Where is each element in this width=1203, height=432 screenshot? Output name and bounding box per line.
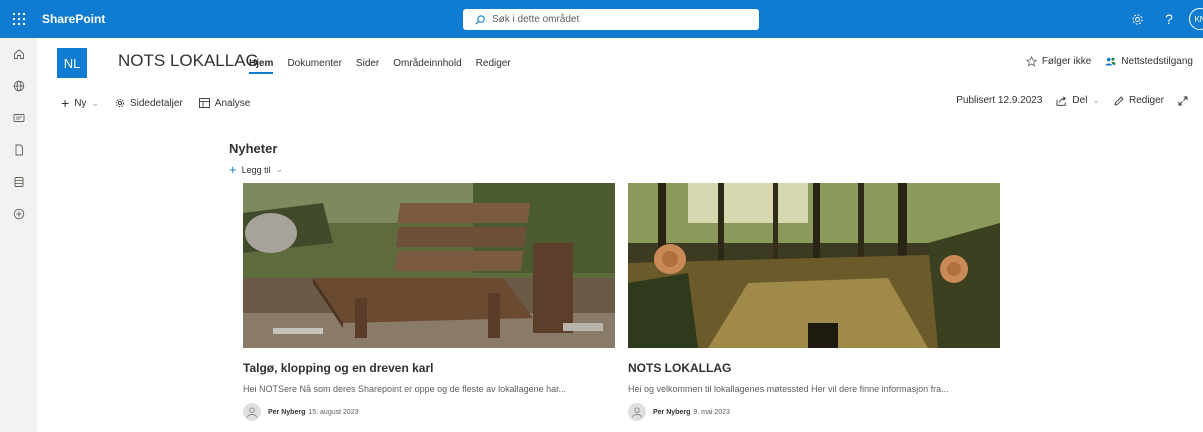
people-icon (1105, 57, 1116, 66)
follow-label: Følger ikke (1041, 56, 1092, 67)
person-icon (632, 407, 642, 418)
globe-icon (13, 80, 24, 92)
page-details-button[interactable]: Sidedetaljer (115, 98, 183, 109)
page-details-label: Sidedetaljer (129, 97, 183, 109)
gear-icon (1131, 13, 1143, 25)
edit-button[interactable]: Rediger (1114, 95, 1164, 106)
home-icon (13, 49, 24, 59)
site-access-button[interactable]: Nettstedstilgang (1105, 56, 1193, 67)
news-card[interactable]: NOTS LOKALLAG Hei og velkommen til lokal… (628, 183, 1000, 423)
plus-icon: + (229, 162, 237, 177)
news-card-meta: Per Nyberg 9. mai 2023 (628, 403, 730, 421)
nav-tab-hjem[interactable]: Hjem (249, 58, 274, 74)
search-box[interactable]: Søk i dette området (463, 9, 759, 30)
lists-button[interactable] (0, 166, 37, 198)
site-title[interactable]: NOTS LOKALLAG (118, 51, 259, 71)
pencil-icon (1114, 95, 1124, 106)
help-icon: ? (1165, 11, 1173, 27)
search-icon (475, 14, 485, 25)
news-section-title: Nyheter (229, 141, 278, 156)
news-button[interactable] (0, 102, 37, 134)
command-bar-left: + Ny ⌄ Sidedetaljer Analyse (61, 95, 266, 111)
app-launcher-button[interactable] (0, 0, 38, 38)
news-thumbnail-forest (628, 183, 1000, 348)
nav-tab-rediger[interactable]: Rediger (476, 58, 511, 74)
plus-icon: + (61, 95, 70, 111)
file-icon (15, 144, 23, 156)
site-logo[interactable]: NL (57, 48, 87, 78)
suite-bar: SharePoint Søk i dette området ? KN (0, 0, 1203, 38)
share-button[interactable]: Del ⌄ (1056, 95, 1100, 106)
analytics-icon (198, 98, 210, 108)
add-news-label: Legg til (241, 164, 271, 175)
chevron-down-icon: ⌄ (91, 97, 99, 108)
published-status: Publisert 12.9.2023 (956, 95, 1043, 106)
news-card-excerpt: Hei og velkommen til lokallagenes møtess… (628, 384, 949, 394)
search-placeholder: Søk i dette området (492, 14, 580, 25)
analytics-button[interactable]: Analyse (198, 97, 251, 109)
app-name-link[interactable]: SharePoint (42, 12, 105, 26)
site-access-label: Nettstedstilgang (1121, 56, 1193, 67)
user-avatar[interactable]: KN (1189, 8, 1203, 30)
share-icon (1056, 95, 1067, 106)
sites-button[interactable] (0, 70, 37, 102)
person-icon (247, 407, 257, 418)
left-app-bar (0, 38, 37, 432)
news-card-date: 9. mai 2023 (693, 408, 730, 416)
add-circle-icon (13, 208, 24, 220)
news-thumbnail-bench (243, 183, 615, 348)
edit-label: Rediger (1128, 95, 1164, 106)
settings-button[interactable] (1121, 0, 1153, 38)
nav-tab-sider[interactable]: Sider (356, 58, 379, 74)
files-button[interactable] (0, 134, 37, 166)
new-button[interactable]: + Ny ⌄ (61, 95, 99, 111)
chevron-down-icon: ⌄ (275, 164, 284, 174)
home-button[interactable] (0, 38, 37, 70)
news-card-meta: Per Nyberg 15. august 2023 (243, 403, 359, 421)
author-avatar (243, 403, 261, 421)
chevron-down-icon: ⌄ (1092, 95, 1100, 105)
site-header: NL NOTS LOKALLAG Hjem Dokumenter Sider O… (37, 38, 1203, 88)
create-button[interactable] (0, 198, 37, 230)
help-button[interactable]: ? (1153, 0, 1185, 38)
list-icon (14, 177, 23, 187)
command-bar: + Ny ⌄ Sidedetaljer Analyse Publisert 12… (37, 88, 1203, 116)
nav-tab-omradeinnhold[interactable]: Områdeinnhold (393, 58, 461, 74)
news-card-date: 15. august 2023 (308, 408, 359, 416)
expand-icon (1178, 96, 1188, 105)
nav-tab-dokumenter[interactable]: Dokumenter (287, 58, 341, 74)
command-bar-right: Publisert 12.9.2023 Del ⌄ Rediger (956, 95, 1193, 106)
author-avatar (628, 403, 646, 421)
news-card[interactable]: Talgø, klopping og en dreven karl Hei NO… (243, 183, 615, 423)
suite-actions: ? KN (1121, 0, 1203, 38)
gear-icon (115, 98, 125, 108)
star-icon (1025, 56, 1037, 67)
waffle-icon (13, 13, 25, 25)
analytics-label: Analyse (214, 97, 251, 109)
site-navigation: Hjem Dokumenter Sider Områdeinnhold Redi… (249, 58, 525, 74)
header-actions: Følger ikke Nettstedstilgang (1012, 56, 1193, 67)
new-label: Ny (74, 97, 87, 109)
news-card-excerpt: Hei NOTSere Nå som deres Sharepoint er o… (243, 384, 567, 394)
expand-button[interactable] (1178, 96, 1193, 106)
follow-button[interactable]: Følger ikke (1025, 56, 1092, 67)
news-card-title[interactable]: NOTS LOKALLAG (628, 361, 731, 375)
news-card-title[interactable]: Talgø, klopping og en dreven karl (243, 361, 433, 375)
news-card-author: Per Nyberg (268, 408, 306, 416)
add-news-button[interactable]: + Legg til ⌄ (229, 162, 283, 177)
news-card-author: Per Nyberg (653, 408, 691, 416)
share-label: Del (1072, 95, 1088, 106)
news-icon (13, 114, 24, 122)
